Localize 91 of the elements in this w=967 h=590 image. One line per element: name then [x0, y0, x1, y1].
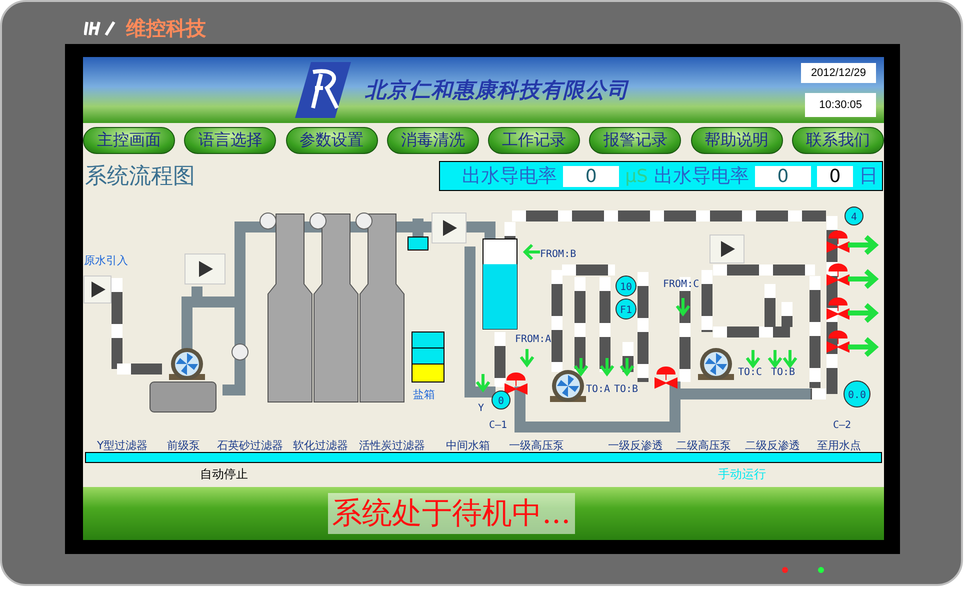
- play-button[interactable]: [710, 234, 744, 264]
- diagram-label: TO:A: [586, 384, 610, 395]
- diagram-label: 原水引入: [84, 254, 128, 267]
- gauge-reading: 4: [850, 212, 858, 223]
- gauge-reading: 0.0: [848, 390, 866, 401]
- motor: [150, 382, 216, 412]
- valve-icon: [826, 264, 850, 286]
- valve-icon: [654, 366, 678, 388]
- stage-label: 一级高压泵: [509, 439, 564, 452]
- standby-message: 系统处于待机中...: [328, 493, 575, 534]
- diagram-label: FROM:C: [663, 279, 700, 290]
- day-value: 0: [817, 166, 853, 186]
- unit-label: μS: [625, 166, 648, 186]
- page-title: 系统流程图: [85, 163, 195, 191]
- stage-label: 一级反渗透: [608, 439, 663, 452]
- gauge-indicator: [616, 298, 636, 320]
- conductivity-label: 出水导电率: [462, 164, 558, 189]
- arrow-icon: [676, 296, 690, 316]
- nav-button[interactable]: 语言选择: [184, 127, 276, 154]
- diagram-label: TO:B: [771, 367, 796, 378]
- arrow-icon: [522, 244, 542, 260]
- play-button[interactable]: [184, 254, 226, 284]
- arrow-icon: [846, 302, 879, 324]
- stage-label: 二级反渗透: [745, 439, 800, 452]
- pressure-gauge-icon: [310, 212, 326, 230]
- arrow-icon: [620, 356, 634, 376]
- stage-label: 二级高压泵: [676, 439, 731, 452]
- stage-label: 石英砂过滤器: [217, 439, 283, 452]
- arrow-icon: [600, 356, 614, 376]
- stage-label: 中间水箱: [446, 439, 490, 452]
- salt-box: [412, 332, 444, 382]
- stage-label: 软化过滤器: [293, 439, 348, 452]
- arrow-icon: [846, 268, 879, 290]
- valve-icon: [504, 372, 528, 394]
- arrow-icon: [782, 348, 798, 368]
- pump-icon: [698, 348, 734, 380]
- stage-label: 活性炭过滤器: [359, 439, 425, 452]
- nav-button[interactable]: 报警记录: [589, 127, 682, 154]
- pump-icon: [550, 370, 586, 402]
- arrow-icon: [574, 356, 588, 376]
- gauge-indicator: [492, 390, 510, 410]
- time-display: 10:30:05: [805, 93, 876, 117]
- conductivity-value: 0: [755, 166, 811, 186]
- nav-button[interactable]: 主控画面: [83, 127, 175, 154]
- arrow-icon: [520, 348, 534, 368]
- day-unit-label: 日: [859, 164, 878, 189]
- nav-button[interactable]: 工作记录: [488, 127, 580, 154]
- status-text: 手动运行: [718, 466, 766, 483]
- pressure-gauge-icon: [356, 212, 372, 230]
- stage-label: 前级泵: [167, 439, 200, 452]
- valve-icon: [826, 230, 850, 252]
- date-display: 2012/12/29: [800, 63, 876, 83]
- pressure-gauge-icon: [260, 212, 276, 230]
- diagram-label: C—1: [489, 420, 508, 431]
- stage-label: Y型过滤器: [97, 439, 148, 452]
- arrow-icon: [846, 234, 879, 256]
- brand-name: 维控科技: [126, 14, 206, 42]
- arrow-icon: [476, 372, 490, 392]
- valve-icon: [826, 298, 850, 320]
- diagram-label: 盐箱: [413, 388, 435, 401]
- diagram-label: FROM:A: [515, 334, 552, 345]
- conductivity-value: 0: [563, 166, 620, 186]
- arrow-icon: [768, 348, 782, 368]
- gauge-indicator: [844, 206, 864, 226]
- diagram-label: C—2: [833, 420, 852, 431]
- pressure-gauge-icon: [232, 344, 248, 360]
- gauge-reading: 10: [620, 282, 632, 293]
- stage-label: 至用水点: [817, 439, 861, 452]
- diagram-label: TO:C: [738, 367, 762, 378]
- flow-meter-icon: [408, 236, 428, 250]
- nav-button[interactable]: 参数设置: [286, 127, 378, 154]
- nav-button[interactable]: 帮助说明: [690, 127, 783, 154]
- gauge-indicator: [616, 276, 636, 296]
- gauge-reading: 0: [498, 396, 504, 407]
- play-button[interactable]: [432, 212, 466, 244]
- conductivity-label: 出水导电率: [654, 164, 749, 189]
- company-logo-icon: [293, 60, 353, 120]
- play-button[interactable]: [84, 276, 112, 304]
- diagram-label: Y: [478, 403, 484, 414]
- nav-button[interactable]: 消毒清洗: [386, 127, 479, 154]
- status-text: 自动停止: [200, 466, 248, 483]
- arrow-icon: [846, 336, 879, 358]
- company-name: 北京仁和惠康科技有限公司: [365, 77, 629, 104]
- diagram-label: TO:B: [614, 384, 638, 395]
- pump-icon: [169, 348, 205, 380]
- gauge-reading: F1: [620, 305, 632, 316]
- nav-button[interactable]: 联系我们: [792, 127, 884, 154]
- gauge-indicator: [844, 380, 870, 408]
- arrow-icon: [746, 348, 760, 368]
- valve-icon: [826, 330, 850, 352]
- diagram-label: FROM:B: [540, 249, 576, 260]
